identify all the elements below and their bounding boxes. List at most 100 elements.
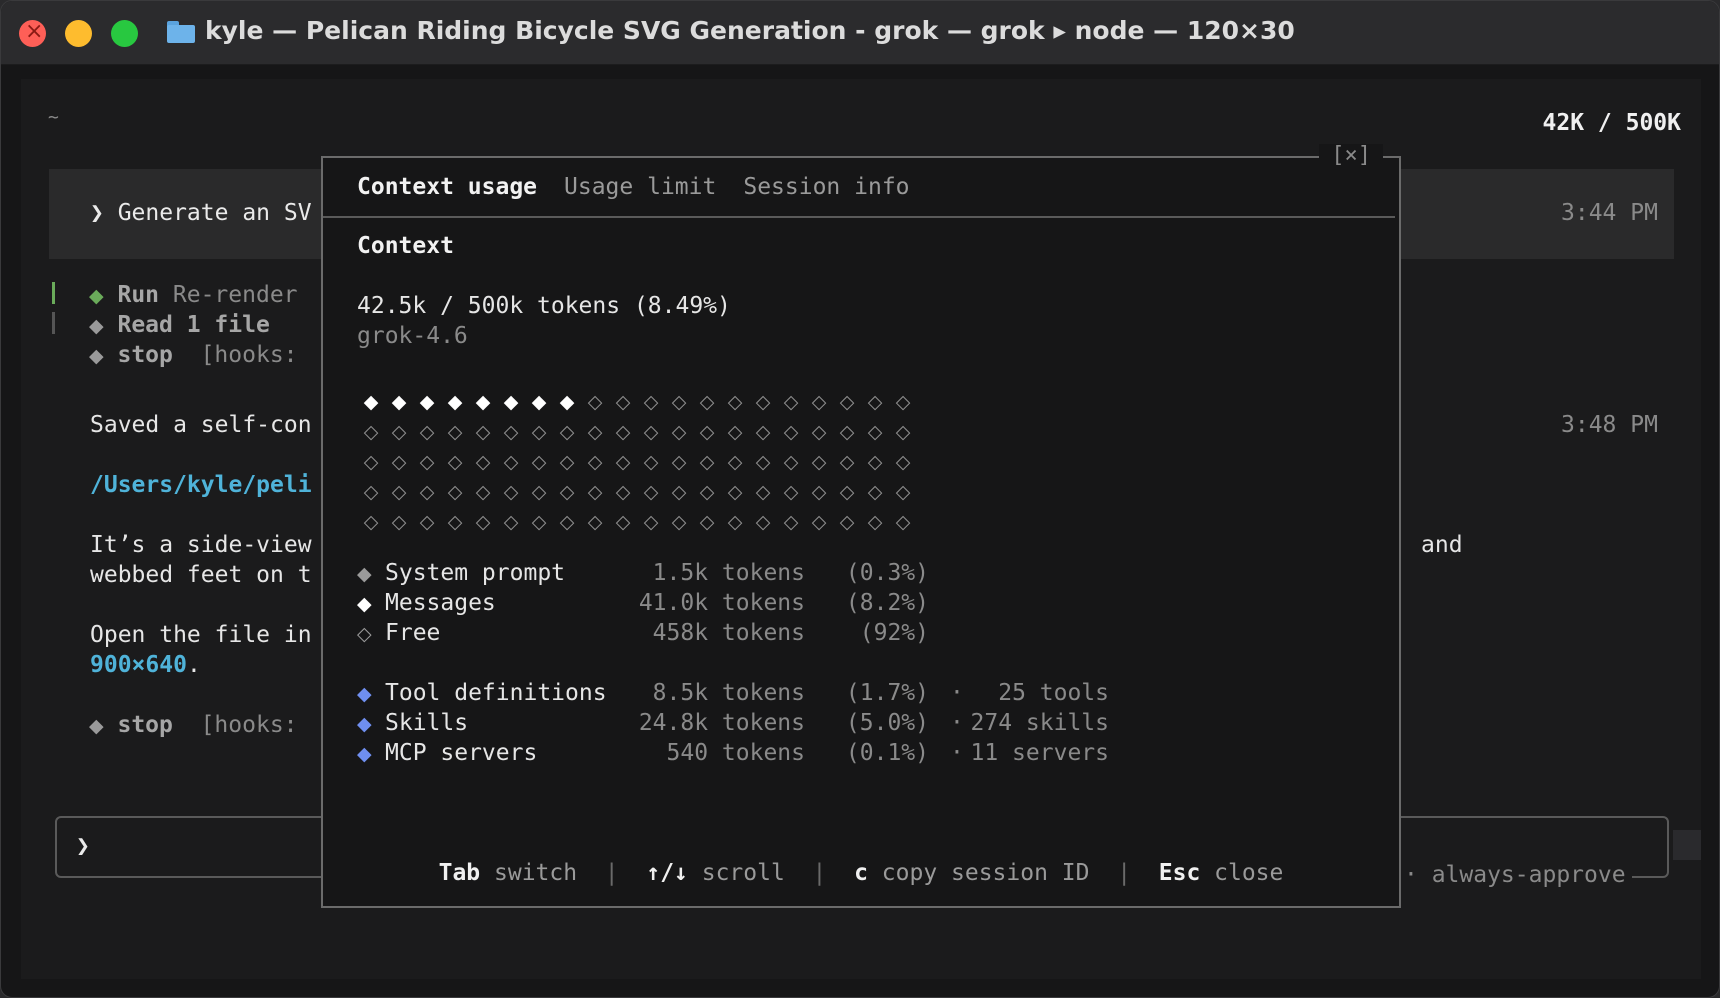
breakdown-tokens: 24.8k tokens — [638, 710, 805, 736]
breakdown-label: System prompt — [385, 560, 566, 586]
grid-cell-used: ◆ — [363, 391, 379, 413]
footer-shortcut[interactable]: Esc close — [1159, 860, 1284, 886]
dialog-close-button[interactable]: [×] — [1319, 144, 1383, 168]
grid-cell-free: ◇ — [587, 421, 603, 443]
grid-cell-free: ◇ — [895, 451, 911, 473]
close-window-button[interactable] — [19, 19, 46, 47]
breakdown-percent: (92%) — [859, 620, 929, 646]
shortcut-key: c — [854, 860, 868, 886]
grid-cell-free: ◇ — [503, 511, 519, 533]
grid-cell-free: ◇ — [643, 511, 659, 533]
grid-cell-used: ◆ — [391, 391, 407, 413]
legend-diamond-icon: ◆ — [357, 743, 372, 765]
dialog-tabs: Context usage Usage limit Session info — [357, 170, 910, 206]
tab-session-info[interactable]: Session info — [743, 170, 909, 206]
grid-cell-free: ◇ — [419, 511, 435, 533]
shortcut-description: switch — [480, 860, 578, 886]
context-usage-dialog: [×] Context usage Usage limit Session in… — [321, 144, 1401, 908]
breakdown-tokens: 458k tokens — [652, 620, 805, 646]
grid-row: ◇ ◇ ◇ ◇ ◇ ◇ ◇ ◇ ◇ ◇ ◇ ◇ ◇ ◇ ◇ ◇ ◇ ◇ ◇ ◇ — [357, 447, 917, 477]
user-prompt-text: ❯ Generate an SV — [90, 200, 312, 226]
grid-cell-free: ◇ — [503, 421, 519, 443]
grid-cell-free: ◇ — [559, 451, 575, 473]
breakdown-tokens: 41.0k tokens — [638, 590, 805, 616]
minimize-window-button[interactable] — [65, 20, 92, 47]
folder-icon — [167, 21, 195, 43]
grid-cell-free: ◇ — [475, 421, 491, 443]
grid-cell-free: ◇ — [699, 391, 715, 413]
grid-cell-free: ◇ — [699, 511, 715, 533]
legend-diamond-icon: ◆ — [357, 683, 372, 705]
grid-cell-used: ◆ — [503, 391, 519, 413]
usage-summary: 42.5k / 500k tokens (8.49%) — [357, 293, 731, 319]
breakdown-label: Messages — [385, 590, 496, 616]
breakdown-count: 274 skills — [970, 710, 1109, 736]
grid-cell-free: ◇ — [559, 421, 575, 443]
response-time: 3:48 PM — [1561, 412, 1658, 438]
description-line-2: webbed feet on t — [90, 562, 312, 588]
legend-diamond-icon: ◆ — [357, 713, 372, 735]
footer-shortcut[interactable]: Tab switch — [439, 860, 577, 886]
legend-diamond-icon: ◇ — [357, 623, 372, 645]
scrollbar-strip[interactable] — [1673, 830, 1701, 860]
grid-cell-free: ◇ — [475, 481, 491, 503]
grid-cell-free: ◇ — [671, 391, 687, 413]
grid-cell-free: ◇ — [839, 481, 855, 503]
footer-shortcut[interactable]: c copy session ID — [854, 860, 1089, 886]
file-path-link[interactable]: /Users/kyle/peli — [90, 470, 312, 500]
open-file-line: Open the file in — [90, 622, 312, 648]
grid-cell-free: ◇ — [391, 421, 407, 443]
footer-shortcut[interactable]: ↑/↓ scroll — [646, 860, 784, 886]
grid-cell-free: ◇ — [447, 451, 463, 473]
grid-cell-free: ◇ — [643, 481, 659, 503]
grid-cell-free: ◇ — [587, 511, 603, 533]
grid-row: ◆ ◆ ◆ ◆ ◆ ◆ ◆ ◆ ◇ ◇ ◇ ◇ ◇ ◇ ◇ ◇ ◇ ◇ ◇ ◇ — [357, 387, 917, 417]
zoom-window-button[interactable] — [111, 20, 138, 47]
grid-cell-free: ◇ — [867, 481, 883, 503]
grid-cell-free: ◇ — [503, 481, 519, 503]
breakdown-separator: · — [950, 680, 964, 706]
grid-cell-free: ◇ — [363, 511, 379, 533]
mode-label: · always-approve — [1398, 860, 1632, 890]
shortcut-description: scroll — [687, 860, 785, 886]
grid-cell-free: ◇ — [755, 451, 771, 473]
grid-cell-free: ◇ — [783, 481, 799, 503]
grid-cell-free: ◇ — [643, 421, 659, 443]
grid-cell-free: ◇ — [727, 421, 743, 443]
step-bar — [52, 312, 55, 334]
grid-cell-used: ◆ — [559, 391, 575, 413]
diamond-icon: ◆ — [89, 715, 104, 737]
tab-usage-limit[interactable]: Usage limit — [564, 170, 716, 206]
diamond-icon: ◆ — [89, 285, 104, 307]
grid-cell-free: ◇ — [447, 421, 463, 443]
breakdown-tokens: 1.5k tokens — [652, 560, 805, 586]
shortcut-key: Tab — [438, 860, 481, 886]
grid-cell-free: ◇ — [531, 421, 547, 443]
dialog-footer: Tab switch | ↑/↓ scroll | c copy session… — [323, 858, 1399, 888]
grid-cell-free: ◇ — [867, 391, 883, 413]
cwd-indicator: ~ — [48, 107, 59, 128]
tab-context-usage[interactable]: Context usage — [357, 170, 537, 206]
grid-cell-free: ◇ — [363, 481, 379, 503]
breakdown-percent: (0.3%) — [845, 560, 929, 586]
grid-cell-free: ◇ — [839, 451, 855, 473]
grid-cell-free: ◇ — [727, 451, 743, 473]
grid-cell-free: ◇ — [783, 421, 799, 443]
grid-cell-free: ◇ — [755, 391, 771, 413]
dimensions-line: 900×640. — [90, 652, 201, 678]
footer-separator: | — [577, 860, 647, 886]
grid-cell-free: ◇ — [727, 481, 743, 503]
grid-cell-free: ◇ — [811, 511, 827, 533]
grid-cell-free: ◇ — [699, 421, 715, 443]
breakdown-percent: (5.0%) — [845, 710, 929, 736]
grid-cell-free: ◇ — [391, 481, 407, 503]
grid-cell-free: ◇ — [671, 481, 687, 503]
grid-cell-free: ◇ — [475, 511, 491, 533]
grid-cell-free: ◇ — [587, 391, 603, 413]
breakdown-tokens: 540 tokens — [666, 740, 805, 766]
breakdown-label: Tool definitions — [385, 680, 607, 706]
step-run: ◆ Run Re-render — [89, 282, 298, 308]
grid-cell-free: ◇ — [811, 421, 827, 443]
breakdown-label: MCP servers — [385, 740, 538, 766]
grid-cell-free: ◇ — [615, 451, 631, 473]
